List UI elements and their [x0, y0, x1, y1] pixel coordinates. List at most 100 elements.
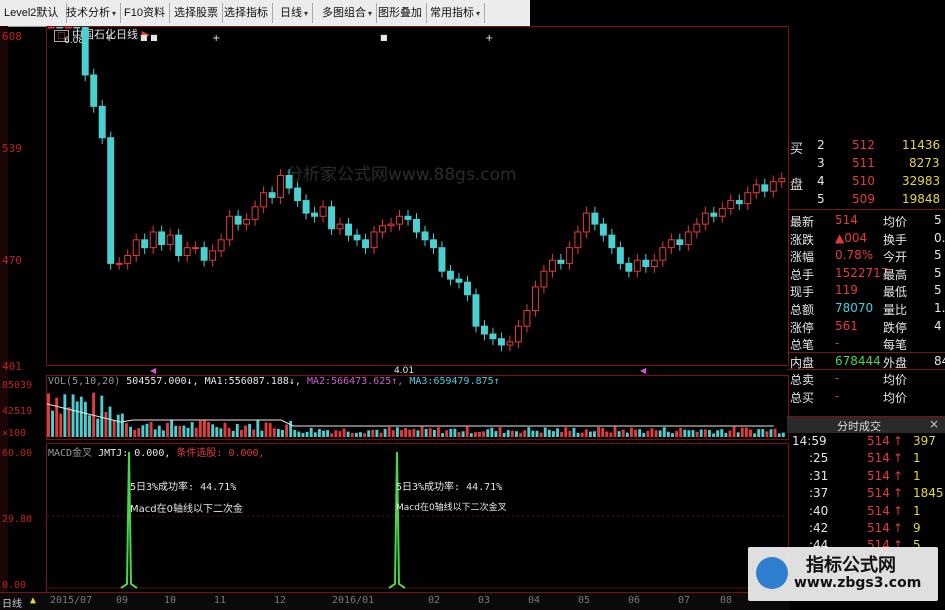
close-icon[interactable]: ×	[929, 417, 939, 431]
volume-bar	[642, 432, 646, 437]
select-stock-button[interactable]: 选择股票	[170, 3, 223, 23]
volume-bars[interactable]	[47, 388, 786, 437]
candle-body	[650, 259, 658, 268]
daily-line-button[interactable]: 日线 ▾	[276, 3, 314, 23]
volume-bar	[326, 430, 330, 437]
multi-chart-button[interactable]: 多图组合 ▾	[318, 3, 378, 23]
volume-bar	[96, 418, 100, 437]
volume-bar	[494, 431, 498, 437]
tick-row[interactable]: :31 514 ↑ 1	[787, 468, 945, 486]
candle-body	[149, 231, 157, 249]
volume-bar	[256, 420, 260, 437]
volume-bar	[703, 429, 707, 437]
signal-annotation-2-rate: 5日3%成功率: 44.71%	[396, 482, 503, 493]
volume-bar	[556, 428, 559, 437]
volume-bar	[486, 429, 490, 437]
candle-body	[90, 74, 98, 107]
candle-body	[98, 105, 106, 139]
tick-time: :40	[809, 503, 829, 518]
quote-label: 总笔	[790, 338, 815, 353]
bid-row-5[interactable]: 5 509 19848	[787, 191, 945, 209]
candle-body	[132, 239, 140, 257]
indicator-spikes	[47, 451, 786, 589]
volume-bar	[289, 420, 293, 437]
volume-bar	[244, 425, 247, 437]
volume-bar	[317, 429, 321, 437]
date-label: 09	[116, 595, 129, 606]
candle-body	[761, 184, 769, 192]
quote-label: 最高	[883, 267, 908, 282]
quote-label: 涨停	[790, 320, 815, 335]
volume-bar	[404, 427, 408, 437]
quote-label: 均价	[883, 215, 908, 229]
marker-triangle-icon: ◀	[150, 366, 157, 375]
volume-bar	[441, 433, 445, 437]
overlay-button[interactable]: 图形叠加	[374, 3, 427, 23]
quote-row: 总额 78070 量比 1.	[787, 300, 945, 318]
quote-label: 最新	[790, 215, 815, 229]
tick-trades-tab[interactable]: 分时成交 ×	[787, 416, 945, 433]
volume-bar	[186, 427, 190, 437]
volume-bar	[473, 432, 477, 437]
volume-bar	[691, 430, 695, 437]
signal-annotation-2-desc: Macd在0轴线以下二次金叉	[396, 503, 507, 513]
volume-bar	[338, 431, 342, 437]
candle-body	[285, 174, 293, 189]
volume-bar	[757, 429, 761, 437]
quote-row: 总笔 - 每笔	[787, 335, 945, 353]
tab-label: 分时成交	[837, 420, 881, 433]
bid-row-2[interactable]: 2 512 11436	[787, 137, 945, 155]
technical-analysis-button[interactable]: 技术分析 ▾	[62, 3, 122, 23]
quote-value: 0.1	[934, 230, 945, 245]
tick-volume: 1	[913, 468, 921, 483]
tick-row[interactable]: :42 514 ↑ 9	[787, 520, 945, 538]
volume-bar	[83, 401, 87, 437]
quote-value: 119	[835, 283, 858, 298]
quote-label: 换手	[883, 232, 908, 247]
candle-body	[115, 262, 123, 265]
volume-bar	[198, 420, 202, 437]
tick-row[interactable]: :37 514 ↑ 1845	[787, 485, 945, 503]
volume-bar	[166, 422, 169, 437]
level2-default-button[interactable]: Level2默认	[0, 3, 67, 23]
tick-row[interactable]: 14:59 514 ↑ 397	[787, 433, 945, 451]
volume-bar	[765, 431, 769, 437]
left-strip[interactable]	[0, 26, 8, 592]
quote-row: 总手 1522717 最高 5	[787, 265, 945, 283]
candle-body	[200, 247, 208, 261]
tick-time: :31	[809, 468, 829, 483]
quote-value: 1522717	[835, 265, 889, 280]
candle-body	[472, 294, 480, 327]
volume-bar	[375, 429, 379, 437]
volume-bar	[654, 430, 658, 437]
date-label: 12	[274, 595, 287, 606]
candlestick-chart[interactable]	[47, 27, 786, 363]
candle-body	[404, 215, 412, 220]
bid-row-4[interactable]: 4 510 32983	[787, 173, 945, 191]
ind-y-label-top: 60.00	[2, 448, 33, 459]
candle-body	[540, 270, 548, 288]
scroll-left-icon[interactable]: ▲	[30, 595, 36, 606]
volume-bar	[584, 429, 588, 437]
common-indicator-button[interactable]: 常用指标 ▾	[426, 3, 486, 23]
tick-row[interactable]: :40 514 ↑ 1	[787, 503, 945, 521]
volume-ma-line	[47, 403, 774, 427]
candle-body	[608, 234, 616, 249]
period-label[interactable]: 日线	[2, 595, 22, 610]
quote-value: 8442	[934, 353, 945, 368]
volume-bar	[551, 431, 555, 437]
f10-info-button[interactable]: F10资料	[120, 3, 170, 23]
select-indicator-button[interactable]: 选择指标	[220, 3, 273, 23]
volume-bar	[732, 426, 736, 437]
tick-row[interactable]: :25 514 ↑ 1	[787, 450, 945, 468]
tick-price: 514	[867, 521, 890, 535]
quote-row: 最新 514 均价 5	[787, 212, 945, 230]
candle-body	[497, 338, 505, 346]
volume-bar	[395, 427, 399, 437]
volume-bar	[182, 425, 186, 437]
bid-row-3[interactable]: 3 511 8273	[787, 155, 945, 173]
ind-y-label-mid: 29.80	[2, 514, 33, 525]
volume-bar	[354, 432, 358, 437]
volume-bar	[59, 413, 63, 437]
tick-time: 14:59	[792, 434, 827, 448]
